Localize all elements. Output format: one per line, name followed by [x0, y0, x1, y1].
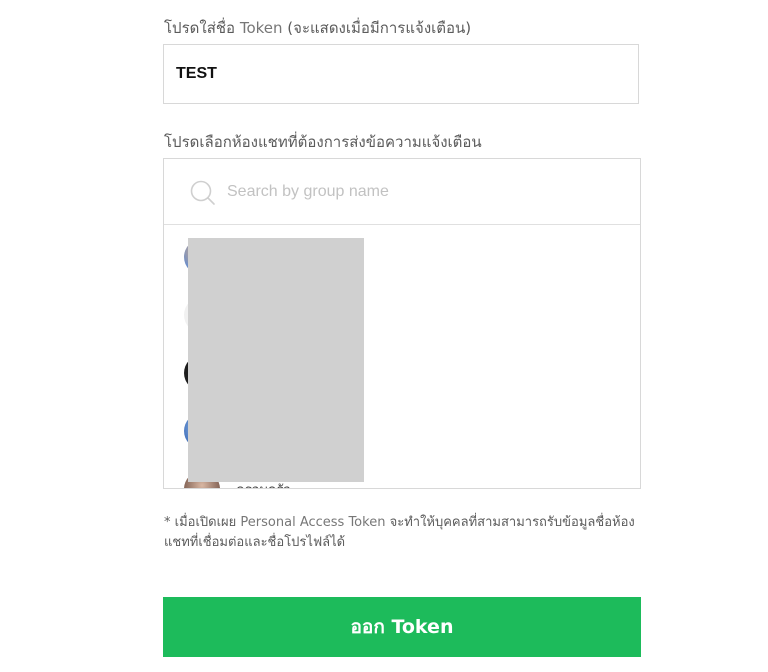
token-name-label: โปรดใส่ชื่อ Token (จะแสดงเมื่อมีการแจ้งเ…: [164, 16, 471, 40]
chat-select-label: โปรดเลือกห้องแชทที่ต้องการส่งข้อความแจ้ง…: [164, 133, 482, 151]
token-name-label-token: Token: [239, 19, 283, 37]
privacy-notice: * เมื่อเปิดเผย Personal Access Token จะท…: [164, 513, 644, 553]
notice-prefix: * เมื่อเปิดเผย: [164, 515, 237, 530]
token-name-label-suffix: (จะแสดงเมื่อมีการแจ้งเตือน): [287, 19, 472, 37]
token-name-input[interactable]: [176, 45, 626, 103]
token-name-field: [163, 44, 639, 104]
issue-token-form: โปรดใส่ชื่อ Token (จะแสดงเมื่อมีการแจ้งเ…: [0, 0, 768, 672]
redaction-block: [188, 238, 364, 482]
token-name-label-prefix: โปรดใส่ชื่อ: [164, 19, 236, 37]
issue-token-button[interactable]: ออก Token: [163, 597, 641, 657]
group-search-bar: [164, 159, 640, 225]
notice-highlight: Personal Access Token: [240, 515, 386, 530]
group-search-input[interactable]: [227, 177, 607, 207]
search-icon: [189, 179, 217, 207]
